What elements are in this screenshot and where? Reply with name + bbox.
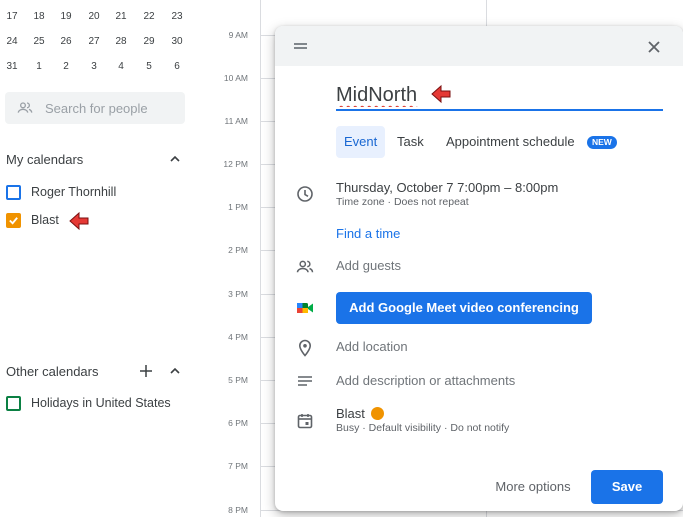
tab-task[interactable]: Task (389, 126, 432, 158)
location-pin-icon (296, 339, 314, 357)
calendar-label: Roger Thornhill (31, 185, 117, 199)
more-options-button[interactable]: More options (485, 470, 581, 504)
add-guests-field[interactable]: Add guests (336, 258, 401, 273)
mini-calendar-day[interactable]: 18 (27, 11, 51, 22)
tab-event[interactable]: Event (336, 126, 386, 158)
my-calendars-title[interactable]: My calendars (6, 152, 83, 167)
time-label: 8 PM (228, 505, 248, 515)
calendar-selector[interactable]: Blast (336, 406, 365, 421)
calendar-icon (296, 412, 314, 430)
sidebar: 17 18 19 20 21 22 23 24 25 26 27 28 29 3… (0, 0, 200, 517)
mini-calendar-day[interactable]: 25 (27, 36, 51, 47)
mini-calendar-day[interactable]: 3 (82, 61, 106, 72)
add-location-field[interactable]: Add location (336, 339, 408, 354)
calendar-label: Blast (31, 213, 59, 227)
time-label: 5 PM (228, 375, 248, 385)
mini-calendar-day[interactable]: 30 (165, 36, 189, 47)
search-placeholder: Search for people (45, 101, 148, 116)
calendar-item-roger-thornhill[interactable]: Roger Thornhill (6, 183, 196, 203)
mini-calendar-day[interactable]: 23 (165, 11, 189, 22)
time-zone-repeat[interactable]: Time zone · Does not repeat (336, 196, 469, 208)
time-label: 3 PM (228, 289, 248, 299)
event-title-input[interactable] (336, 82, 663, 111)
checkbox[interactable] (6, 396, 21, 411)
other-calendars-title[interactable]: Other calendars (6, 364, 99, 379)
mini-calendar-day[interactable]: 20 (82, 11, 106, 22)
add-description-field[interactable]: Add description or attachments (336, 373, 515, 388)
clock-icon (296, 185, 314, 203)
dialog-header[interactable] (275, 26, 683, 66)
calendar-label: Holidays in United States (31, 396, 171, 410)
close-icon[interactable] (645, 38, 663, 56)
drag-handle-icon[interactable] (294, 43, 307, 51)
find-a-time-link[interactable]: Find a time (336, 226, 400, 241)
search-people-input[interactable]: Search for people (5, 92, 185, 124)
calendar-item-holidays[interactable]: Holidays in United States (6, 394, 196, 414)
mini-calendar-day[interactable]: 6 (165, 61, 189, 72)
time-label: 12 PM (223, 159, 248, 169)
time-label: 10 AM (223, 73, 248, 83)
mini-calendar-day[interactable]: 1 (27, 61, 51, 72)
tab-appointment-schedule[interactable]: Appointment schedule (438, 126, 583, 158)
checkbox[interactable] (6, 185, 21, 200)
mini-calendar-day[interactable]: 31 (0, 61, 24, 72)
mini-calendar-day[interactable]: 5 (137, 61, 161, 72)
time-label: 7 PM (228, 461, 248, 471)
mini-calendar-day[interactable]: 17 (0, 11, 24, 22)
guests-icon (296, 258, 314, 276)
mini-calendar-day[interactable]: 24 (0, 36, 24, 47)
time-label: 9 AM (228, 30, 248, 40)
chevron-up-icon[interactable] (168, 152, 182, 166)
mini-calendar-week: 31 1 2 3 4 5 6 (0, 59, 200, 77)
time-label: 4 PM (228, 332, 248, 342)
mini-calendar-day[interactable]: 27 (82, 36, 106, 47)
chevron-up-icon[interactable] (168, 364, 182, 378)
checkbox-checked[interactable] (6, 213, 21, 228)
calendar-settings[interactable]: Busy · Default visibility · Do not notif… (336, 422, 509, 434)
plus-icon[interactable] (139, 364, 153, 378)
mini-calendar-day[interactable]: 26 (54, 36, 78, 47)
save-button[interactable]: Save (591, 470, 663, 504)
time-label: 2 PM (228, 245, 248, 255)
calendar-color-dot (371, 407, 384, 420)
google-meet-icon (296, 299, 314, 317)
mini-calendar-day[interactable]: 28 (109, 36, 133, 47)
calendar-item-blast[interactable]: Blast (6, 211, 196, 231)
mini-calendar-week: 17 18 19 20 21 22 23 (0, 9, 200, 27)
event-datetime[interactable]: Thursday, October 7 7:00pm – 8:00pm (336, 180, 558, 195)
mini-calendar-day[interactable]: 19 (54, 11, 78, 22)
time-label: 6 PM (228, 418, 248, 428)
time-label: 1 PM (228, 202, 248, 212)
mini-calendar-week: 24 25 26 27 28 29 30 (0, 34, 200, 52)
mini-calendar-day[interactable]: 2 (54, 61, 78, 72)
add-google-meet-button[interactable]: Add Google Meet video conferencing (336, 292, 592, 324)
annotation-arrow-icon (430, 84, 452, 104)
mini-calendar-day[interactable]: 29 (137, 36, 161, 47)
event-dialog: Event Task Appointment schedule NEW Thur… (275, 26, 683, 511)
people-icon (17, 100, 33, 121)
new-badge: NEW (587, 136, 617, 149)
time-label: 11 AM (224, 116, 248, 126)
mini-calendar-day[interactable]: 22 (137, 11, 161, 22)
annotation-arrow-icon (68, 211, 90, 231)
mini-calendar-day[interactable]: 21 (109, 11, 133, 22)
mini-calendar-day[interactable]: 4 (109, 61, 133, 72)
description-icon (296, 373, 314, 391)
